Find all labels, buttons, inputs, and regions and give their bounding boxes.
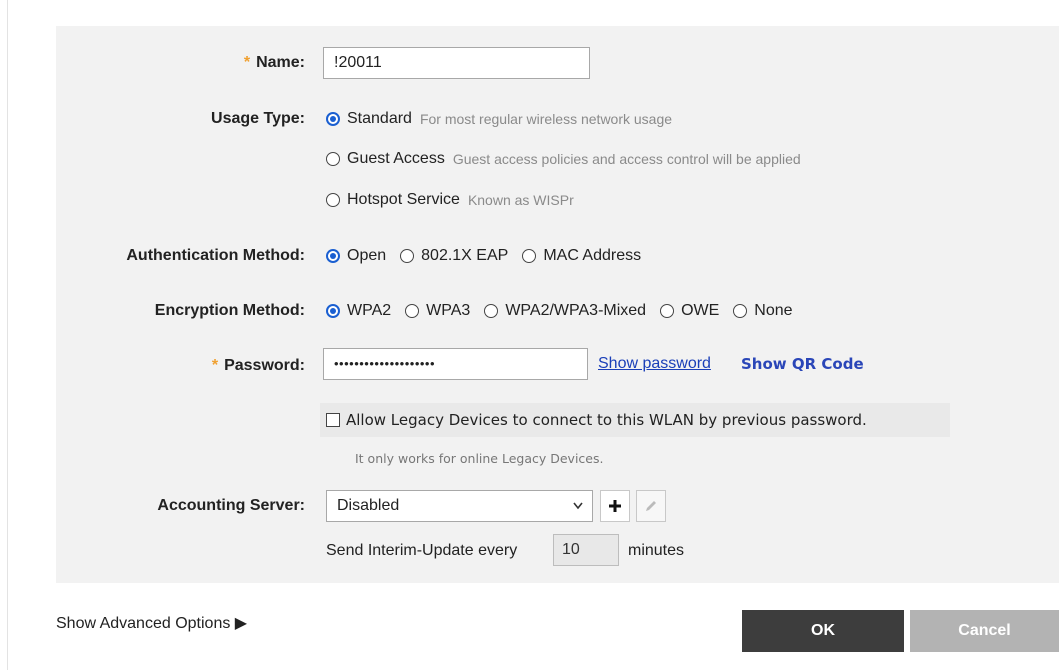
legacy-checkbox[interactable] (326, 413, 340, 427)
radio-selected-icon[interactable] (326, 112, 340, 126)
add-accounting-server-button[interactable] (600, 490, 630, 522)
auth-option-mac[interactable]: MAC Address (543, 247, 641, 265)
radio-icon[interactable] (522, 249, 537, 263)
usage-type-label: Usage Type: (211, 110, 305, 127)
password-input[interactable]: •••••••••••••••••••• (323, 348, 588, 380)
accounting-server-select[interactable]: Disabled (326, 490, 593, 522)
interim-update-suffix: minutes (628, 542, 685, 559)
select-value: Disabled (337, 497, 400, 514)
radio-icon[interactable] (326, 193, 340, 207)
encryption-method-options: WPA2 WPA3 WPA2/WPA3-Mixed OWE None (326, 300, 807, 322)
pencil-icon (646, 501, 656, 511)
enc-option-none[interactable]: None (754, 302, 792, 320)
plus-icon (609, 500, 621, 512)
interim-update-input[interactable]: 10 (553, 534, 619, 566)
enc-option-mixed[interactable]: WPA2/WPA3-Mixed (505, 302, 646, 320)
name-label-text: Name: (256, 54, 305, 71)
accounting-server-label: Accounting Server: (157, 497, 305, 514)
auth-method-label: Authentication Method: (126, 247, 305, 264)
legacy-checkbox-label: Allow Legacy Devices to connect to this … (346, 411, 867, 429)
option-text: Hotspot Service (347, 191, 460, 208)
usage-option-standard[interactable]: Standard For most regular wireless netwo… (326, 108, 672, 130)
name-label: * Name: (244, 53, 305, 73)
radio-icon[interactable] (326, 152, 340, 166)
show-advanced-options-link[interactable]: Show Advanced Options ▶ (56, 613, 247, 633)
legacy-devices-option[interactable]: Allow Legacy Devices to connect to this … (320, 403, 950, 437)
option-text: Guest Access (347, 150, 445, 167)
ok-button[interactable]: OK (742, 610, 904, 652)
password-label: * Password: (212, 356, 305, 376)
enc-option-owe[interactable]: OWE (681, 302, 719, 320)
show-password-link[interactable]: Show password (598, 355, 711, 373)
auth-option-open[interactable]: Open (347, 247, 386, 265)
option-description: For most regular wireless network usage (419, 111, 673, 127)
interim-update-prefix: Send Interim-Update every (326, 542, 518, 559)
radio-icon[interactable] (405, 304, 420, 318)
name-input[interactable]: !20011 (323, 47, 590, 79)
radio-selected-icon[interactable] (326, 249, 340, 263)
option-description: Known as WISPr (467, 192, 574, 208)
radio-icon[interactable] (733, 304, 748, 318)
usage-option-guest-access[interactable]: Guest Access Guest access policies and a… (326, 148, 801, 170)
show-qr-code-link[interactable]: Show QR Code (741, 355, 864, 373)
option-text: Standard (347, 110, 412, 127)
edit-accounting-server-button[interactable] (636, 490, 666, 522)
radio-selected-icon[interactable] (326, 304, 340, 318)
option-description: Guest access policies and access control… (452, 151, 801, 167)
legacy-note: It only works for online Legacy Devices. (355, 451, 604, 466)
encryption-method-label: Encryption Method: (154, 302, 305, 319)
radio-icon[interactable] (660, 304, 675, 318)
auth-option-8021x[interactable]: 802.1X EAP (421, 247, 508, 265)
radio-icon[interactable] (484, 304, 499, 318)
usage-option-hotspot[interactable]: Hotspot Service Known as WISPr (326, 189, 574, 211)
enc-option-wpa2[interactable]: WPA2 (347, 302, 391, 320)
cancel-button[interactable]: Cancel (910, 610, 1059, 652)
auth-method-options: Open 802.1X EAP MAC Address (326, 245, 655, 267)
radio-icon[interactable] (400, 249, 415, 263)
enc-option-wpa3[interactable]: WPA3 (426, 302, 470, 320)
left-divider (7, 0, 8, 670)
required-mark: * (243, 54, 251, 71)
required-mark: * (211, 357, 219, 374)
password-label-text: Password: (224, 357, 305, 374)
chevron-down-icon (572, 491, 584, 532)
